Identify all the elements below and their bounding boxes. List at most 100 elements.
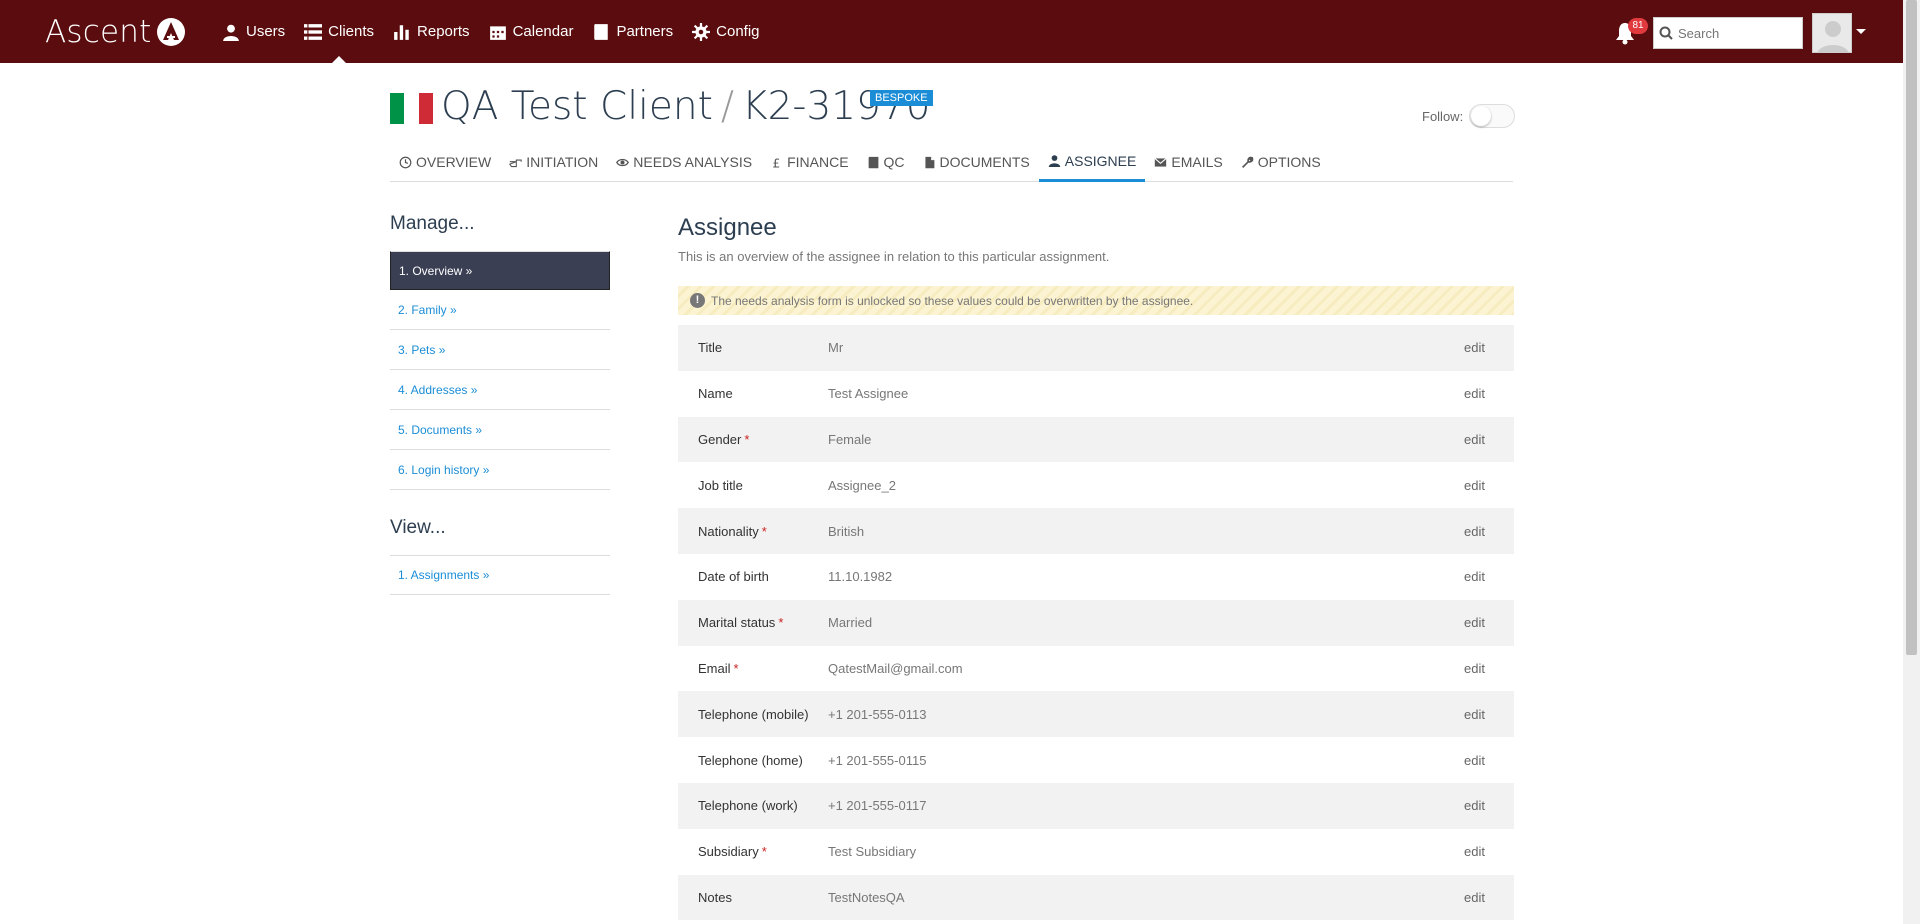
field-label: Notes [678, 890, 828, 905]
user-avatar[interactable] [1812, 13, 1852, 53]
gear-icon [692, 22, 711, 41]
sidebar-link[interactable]: 5. Documents » [390, 410, 610, 450]
user-icon [1048, 154, 1061, 167]
flag-stripe [390, 93, 405, 124]
field-row-telephone-work: Telephone (work) +1 201-555-0117 edit [678, 782, 1514, 829]
warning-banner: ! The needs analysis form is unlocked so… [678, 286, 1514, 315]
tab-label: EMAILS [1171, 154, 1223, 170]
tab-label: DOCUMENTS [939, 154, 1030, 170]
nav-clients[interactable]: Clients [304, 0, 374, 63]
view-menu: 1. Assignments » [390, 555, 610, 595]
field-row-notes: Notes TestNotesQA edit [678, 874, 1514, 921]
field-row-telephone-mobile: Telephone (mobile) +1 201-555-0113 edit [678, 691, 1514, 738]
search-icon [1659, 26, 1673, 40]
tab-label: QC [883, 154, 905, 170]
field-row-gender: Gender * Female edit [678, 416, 1514, 463]
tab-initiation[interactable]: INITIATION [500, 142, 607, 182]
nav-label: Config [716, 23, 760, 40]
nav-partners[interactable]: Partners [592, 0, 673, 63]
field-value: +1 201-555-0115 [828, 752, 927, 768]
field-value: +1 201-555-0113 [828, 706, 927, 722]
tab-qc[interactable]: QC [858, 142, 914, 182]
tab-documents[interactable]: DOCUMENTS [914, 142, 1039, 182]
logo-text: Ascent [45, 14, 152, 50]
hand-pointer-icon [509, 156, 522, 169]
tab-assignee[interactable]: ASSIGNEE [1038, 142, 1146, 182]
field-value: Test Subsidiary [828, 844, 917, 860]
search-input[interactable] [1678, 25, 1798, 41]
field-label: Email * [678, 661, 828, 676]
tab-finance[interactable]: £ FINANCE [761, 142, 857, 182]
edit-link[interactable]: edit [1464, 432, 1514, 447]
field-label: Date of birth [678, 569, 828, 584]
tab-needs-analysis[interactable]: NEEDS ANALYSIS [607, 142, 761, 182]
field-label-text: Telephone (mobile) [698, 706, 809, 722]
required-asterisk: * [744, 431, 750, 447]
edit-link[interactable]: edit [1464, 753, 1514, 768]
sidebar-link[interactable]: 2. Family » [390, 290, 610, 330]
search-box [1653, 17, 1803, 49]
field-value: Mr [828, 340, 844, 356]
edit-link[interactable]: edit [1464, 707, 1514, 722]
book-icon [592, 23, 610, 41]
field-label-text: Nationality [698, 523, 759, 539]
nav-calendar[interactable]: Calendar [489, 0, 573, 63]
edit-link[interactable]: edit [1464, 798, 1514, 813]
manage-heading: Manage... [390, 213, 475, 234]
tab-label: OPTIONS [1257, 154, 1321, 170]
nav-config[interactable]: Config [692, 0, 760, 63]
top-navbar: Ascent Users Clients Reports Calendar Partne… [0, 0, 1920, 63]
nav-label: Partners [616, 23, 674, 40]
sidebar-link[interactable]: 6. Login history » [390, 450, 610, 490]
field-value: 11.10.1982 [828, 569, 893, 585]
edit-link[interactable]: edit [1464, 340, 1514, 355]
edit-link[interactable]: edit [1464, 890, 1514, 905]
field-label: Telephone (mobile) [678, 707, 828, 722]
assignee-details-table: Title Mr edit Name Test Assignee edit Gender * F… [678, 325, 1514, 921]
tab-label: NEEDS ANALYSIS [633, 154, 753, 170]
edit-link[interactable]: edit [1464, 615, 1514, 630]
field-label: Telephone (work) [678, 798, 828, 813]
notifications-count-badge: 81 [1628, 18, 1648, 34]
edit-link[interactable]: edit [1464, 524, 1514, 539]
tab-options[interactable]: OPTIONS [1232, 142, 1330, 182]
sidebar-link[interactable]: 1. Assignments » [390, 555, 610, 595]
pound-icon: £ [770, 156, 783, 170]
follow-toggle[interactable] [1469, 104, 1516, 128]
field-value: QatestMail@gmail.com [828, 660, 963, 676]
field-value: Assignee_2 [828, 477, 896, 493]
tab-overview[interactable]: OVERVIEW [390, 142, 500, 182]
client-name[interactable]: QA Test Client [441, 84, 713, 129]
calendar-icon [489, 23, 507, 41]
nav-reports[interactable]: Reports [393, 0, 470, 63]
bar-chart-icon [393, 23, 411, 41]
bespoke-badge: BESPOKE [870, 90, 933, 106]
field-value: Female [828, 431, 872, 447]
edit-link[interactable]: edit [1464, 386, 1514, 401]
field-label-text: Notes [698, 889, 732, 905]
edit-link[interactable]: edit [1464, 661, 1514, 676]
field-label-text: Date of birth [698, 569, 769, 585]
edit-link[interactable]: edit [1464, 478, 1514, 493]
tab-label: ASSIGNEE [1064, 152, 1137, 169]
page-scrollbar-thumb[interactable] [1906, 0, 1917, 655]
main-nav: Users Clients Reports Calendar Partners Confi… [222, 0, 779, 63]
edit-link[interactable]: edit [1464, 844, 1514, 859]
tab-emails[interactable]: EMAILS [1145, 142, 1231, 182]
edit-link[interactable]: edit [1464, 569, 1514, 584]
field-row-job-title: Job title Assignee_2 edit [678, 462, 1514, 508]
required-asterisk: * [778, 615, 784, 631]
field-label-text: Email [698, 660, 731, 676]
field-row-telephone-home: Telephone (home) +1 201-555-0115 edit [678, 737, 1514, 783]
field-row-subsidiary: Subsidiary * Test Subsidiary edit [678, 829, 1514, 875]
follow-label: Follow: [1422, 108, 1464, 124]
sidebar-link[interactable]: 4. Addresses » [390, 370, 610, 410]
user-menu-caret-icon[interactable] [1856, 29, 1866, 34]
ascent-logo[interactable]: Ascent [45, 13, 186, 51]
sidebar-link[interactable]: 3. Pets » [390, 330, 610, 370]
sidebar-link[interactable]: 1. Overview » [390, 251, 610, 290]
envelope-icon [1154, 156, 1167, 169]
section-description: This is an overview of the assignee in r… [678, 249, 1110, 264]
field-row-nationality: Nationality * British edit [678, 508, 1514, 554]
nav-users[interactable]: Users [222, 0, 285, 63]
